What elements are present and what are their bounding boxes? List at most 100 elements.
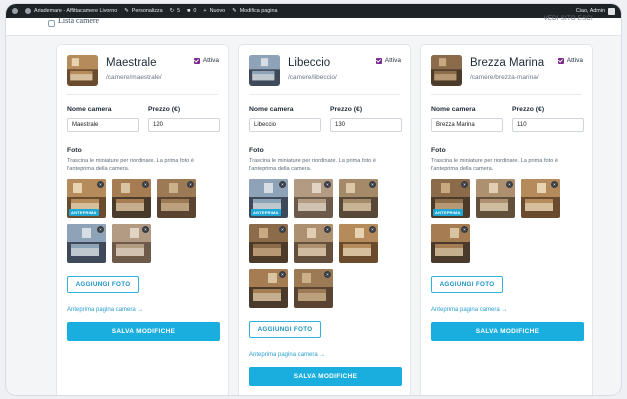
room-photo[interactable]: × ANTEPRIMA [249,179,288,218]
room-photo[interactable]: × [294,269,333,308]
site-name-link[interactable]: Ariademare - Affittacamere Livorno [25,8,117,14]
remove-photo-icon[interactable]: × [369,226,376,233]
preview-badge: ANTEPRIMA [69,209,99,216]
add-photo-button[interactable]: AGGIUNGI FOTO [67,276,139,293]
wp-logo-icon[interactable] [12,8,18,14]
remove-photo-icon[interactable]: × [324,271,331,278]
remove-photo-icon[interactable]: × [187,181,194,188]
name-label: Nome camera [431,106,476,113]
remove-photo-icon[interactable]: × [97,181,104,188]
new-link[interactable]: + Nuovo [203,8,225,14]
remove-photo-icon[interactable]: × [324,181,331,188]
price-field[interactable]: 120 [148,118,220,132]
header-nav[interactable]: VEDI SITO ESCI [544,16,593,22]
brush-icon: ✎ [124,8,129,14]
comment-icon: ■ [187,8,191,14]
comments-link[interactable]: ■ 0 [187,8,196,14]
remove-photo-icon[interactable]: × [97,226,104,233]
room-path[interactable]: /camere/libeccio/ [288,74,337,81]
room-photo[interactable]: × [476,179,515,218]
room-name: Maestrale [106,57,157,69]
remove-photo-icon[interactable]: × [551,181,558,188]
photos-help-text: Trascina le miniature per riordinare. La… [67,158,194,172]
plus-icon: + [203,8,207,14]
room-thumbnail [431,55,462,86]
room-photo[interactable]: × [67,224,106,263]
refresh-icon: ↻ [169,8,175,14]
room-photo[interactable]: × [112,224,151,263]
add-photo-button[interactable]: AGGIUNGI FOTO [249,321,321,338]
active-toggle[interactable]: Attiva [557,57,583,64]
divider [249,94,400,95]
room-photo[interactable]: × ANTEPRIMA [431,179,470,218]
preview-page-link[interactable]: Anteprima pagina camera → [67,307,143,313]
avatar [608,7,615,15]
room-path[interactable]: /camere/brezza-marina/ [470,74,539,81]
photos-label: Foto [431,147,446,154]
remove-photo-icon[interactable]: × [279,226,286,233]
room-name-field[interactable]: Libeccio [249,118,321,132]
room-photo[interactable]: × [339,224,378,263]
remove-photo-icon[interactable]: × [369,181,376,188]
room-card: Maestrale/camere/maestrale/Attiva Nome ca… [56,44,229,395]
updates-link[interactable]: ↻ 5 [170,8,181,14]
active-toggle[interactable]: Attiva [375,57,401,64]
room-photo-image [249,55,280,86]
checkbox-icon[interactable] [557,57,564,64]
room-photo[interactable]: × [112,179,151,218]
remove-photo-icon[interactable]: × [461,181,468,188]
room-photo[interactable]: × [339,179,378,218]
name-label: Nome camera [67,106,112,113]
preview-page-link[interactable]: Anteprima pagina camera → [431,307,507,313]
remove-photo-icon[interactable]: × [279,181,286,188]
photos-label: Foto [249,147,264,154]
room-thumbnail [249,55,280,86]
room-photo-image [431,55,462,86]
room-name: Libeccio [288,57,331,69]
room-thumbnail [67,55,98,86]
add-photo-button[interactable]: AGGIUNGI FOTO [431,276,503,293]
edit-page-link[interactable]: ✎ Modifica pagina [232,8,277,14]
room-photo[interactable]: × [294,179,333,218]
active-toggle[interactable]: Attiva [193,57,219,64]
room-name-field[interactable]: Brezza Marina [431,118,503,132]
price-field[interactable]: 110 [512,118,584,132]
photos-help-text: Trascina le miniature per riordinare. La… [431,158,558,172]
room-photo-image [67,55,98,86]
price-label: Prezzo (€) [148,106,181,113]
remove-photo-icon[interactable]: × [324,226,331,233]
save-button[interactable]: SALVA MODIFICHE [249,367,402,386]
remove-photo-icon[interactable]: × [142,226,149,233]
remove-photo-icon[interactable]: × [461,226,468,233]
account-menu[interactable]: Ciao, Admin [576,7,615,15]
room-photo[interactable]: × [431,224,470,263]
room-photo[interactable]: × [249,224,288,263]
price-label: Prezzo (€) [512,106,545,113]
remove-photo-icon[interactable]: × [506,181,513,188]
checkbox-icon[interactable] [193,57,200,64]
price-field[interactable]: 130 [330,118,402,132]
room-photo[interactable]: × [294,224,333,263]
customize-link[interactable]: ✎ Personalizza [124,8,162,14]
home-icon [25,8,31,14]
page-header: Lista camere VEDI SITO ESCI [6,16,621,36]
save-button[interactable]: SALVA MODIFICHE [67,322,220,341]
room-photo[interactable]: × [521,179,560,218]
room-photo[interactable]: × ANTEPRIMA [67,179,106,218]
room-name: Brezza Marina [470,57,545,69]
checkbox-icon[interactable] [375,57,382,64]
pencil-icon: ✎ [232,8,237,14]
remove-photo-icon[interactable]: × [142,181,149,188]
room-photo[interactable]: × [157,179,196,218]
room-name-field[interactable]: Maestrale [67,118,139,132]
site-logo-icon [48,20,55,27]
save-button[interactable]: SALVA MODIFICHE [431,322,584,341]
name-label: Nome camera [249,106,294,113]
photos-label: Foto [67,147,82,154]
room-photo[interactable]: × [249,269,288,308]
remove-photo-icon[interactable]: × [279,271,286,278]
preview-badge: ANTEPRIMA [433,209,463,216]
preview-page-link[interactable]: Anteprima pagina camera → [249,352,325,358]
room-path[interactable]: /camere/maestrale/ [106,74,162,81]
room-card: Libeccio/camere/libeccio/Attiva Nome came… [238,44,411,395]
